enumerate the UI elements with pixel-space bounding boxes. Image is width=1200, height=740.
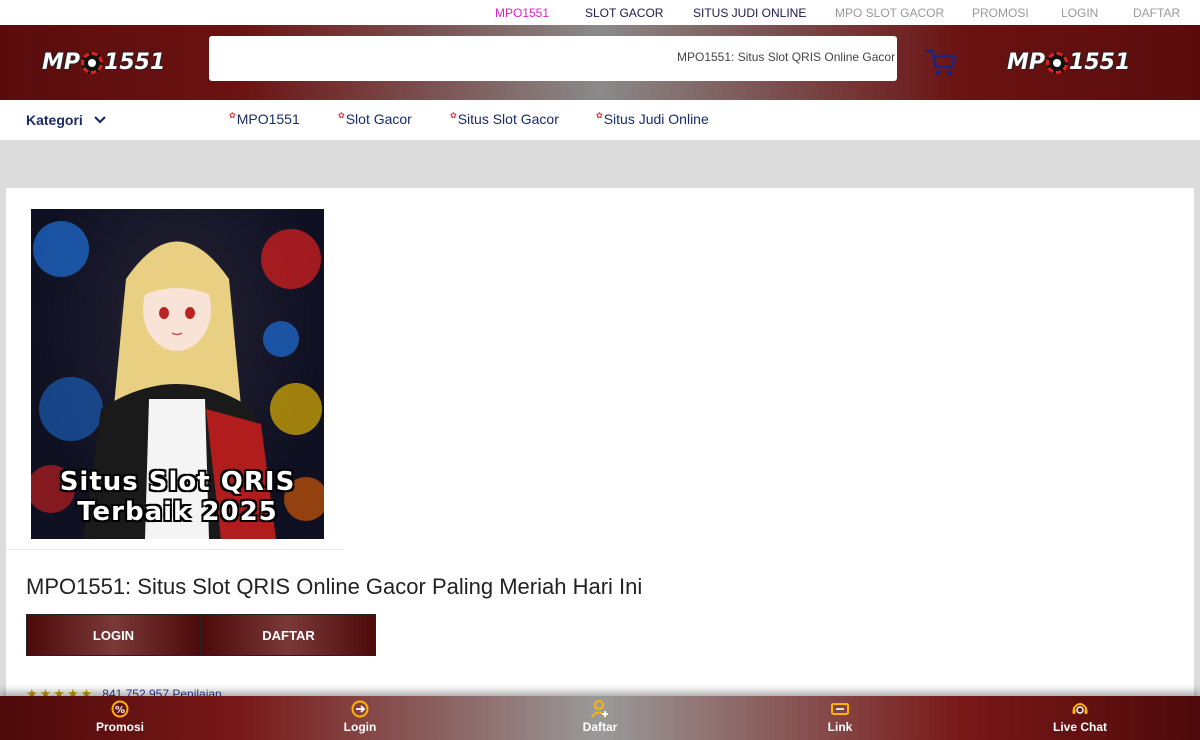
- kategori-label: Kategori: [26, 112, 83, 128]
- page-title: MPO1551: Situs Slot QRIS Online Gacor Pa…: [26, 574, 643, 599]
- topnav-mpo-slot-gacor[interactable]: MPO SLOT GACOR: [835, 6, 944, 20]
- poker-chip-icon: [1046, 52, 1069, 74]
- user-plus-icon: [591, 700, 608, 718]
- arrow-circle-icon: [351, 700, 369, 718]
- category-link-situs-judi-online[interactable]: ✿Situs Judi Online: [596, 111, 709, 127]
- bottom-nav-link[interactable]: Link: [790, 700, 890, 734]
- divider: [6, 549, 344, 550]
- ticket-icon: [831, 703, 849, 715]
- topnav-situs-judi-online[interactable]: SITUS JUDI ONLINE: [693, 6, 806, 20]
- topnav-daftar[interactable]: DAFTAR: [1133, 6, 1180, 20]
- flower-icon: ✿: [338, 111, 345, 120]
- chevron-down-icon: [94, 116, 106, 124]
- flower-icon: ✿: [229, 111, 236, 120]
- headset-icon: [1072, 703, 1088, 714]
- category-link-slot-gacor[interactable]: ✿Slot Gacor: [338, 111, 412, 127]
- category-link-situs-slot-gacor[interactable]: ✿Situs Slot Gacor: [450, 111, 559, 127]
- poker-chip-icon: [81, 52, 104, 74]
- logo-left[interactable]: MP 1551: [42, 47, 165, 77]
- login-button[interactable]: LOGIN: [26, 614, 201, 656]
- flower-icon: ✿: [450, 111, 457, 120]
- banner-title-line2: Terbaik 2025: [77, 497, 278, 527]
- topnav-mpo1551[interactable]: MPO1551: [495, 6, 549, 20]
- bottom-nav: % Promosi Login Daftar Link Live Chat: [0, 696, 1200, 740]
- bottom-nav-live-chat[interactable]: Live Chat: [1030, 700, 1130, 734]
- topnav-promosi[interactable]: PROMOSI: [972, 6, 1029, 20]
- topnav-login[interactable]: LOGIN: [1061, 6, 1098, 20]
- topnav-slot-gacor[interactable]: SLOT GACOR: [585, 6, 663, 20]
- percent-badge-icon: %: [111, 700, 129, 718]
- bottom-nav-promosi[interactable]: % Promosi: [70, 700, 170, 734]
- site-header: MP 1551 MPO1551: Situs Slot QRIS Online G…: [0, 25, 1200, 100]
- daftar-button[interactable]: DAFTAR: [201, 614, 376, 656]
- logo-right[interactable]: MP 1551: [1007, 47, 1130, 77]
- kategori-dropdown[interactable]: Kategori: [26, 112, 107, 128]
- flower-icon: ✿: [596, 111, 603, 120]
- top-link-bar: MPO1551 SLOT GACOR SITUS JUDI ONLINE MPO…: [0, 0, 1200, 25]
- bottom-nav-login[interactable]: Login: [310, 700, 410, 734]
- category-link-mpo1551[interactable]: ✿MPO1551: [229, 111, 300, 127]
- bottom-nav-daftar[interactable]: Daftar: [550, 700, 650, 734]
- banner-title-line1: Situs Slot QRIS: [59, 467, 296, 497]
- product-banner-image: Situs Slot QRIS Terbaik 2025: [31, 209, 324, 539]
- shopping-cart-icon[interactable]: [924, 47, 958, 77]
- product-card: Situs Slot QRIS Terbaik 2025 MPO1551: Si…: [6, 188, 1194, 740]
- category-bar: Kategori ✿MPO1551 ✿Slot Gacor ✿Situs Slo…: [0, 100, 1200, 140]
- search-marquee-text: MPO1551: Situs Slot QRIS Online Gacor Pa…: [677, 50, 897, 64]
- search-bar[interactable]: MPO1551: Situs Slot QRIS Online Gacor Pa…: [209, 36, 897, 81]
- svg-text:%: %: [115, 705, 125, 716]
